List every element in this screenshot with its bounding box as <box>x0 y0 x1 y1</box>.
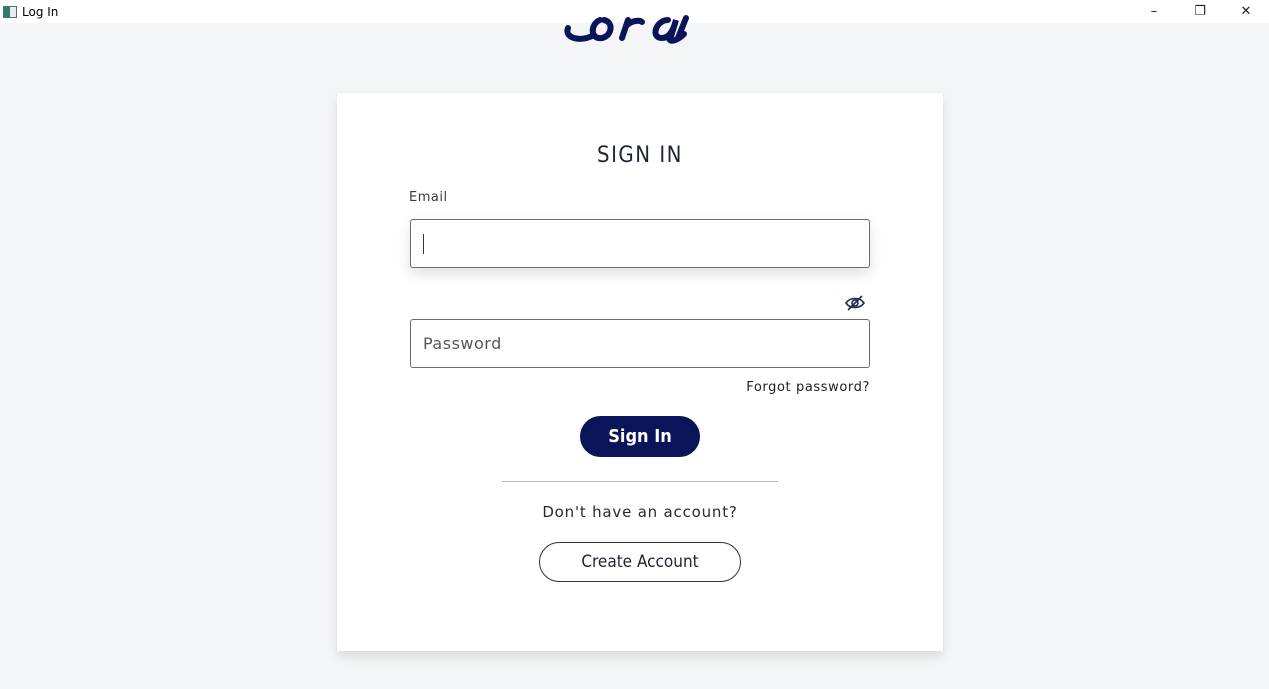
ford-logo <box>560 0 710 44</box>
forgot-password-link[interactable]: Forgot password? <box>746 380 870 395</box>
signin-heading: SIGN IN <box>597 143 683 168</box>
signin-card: SIGN IN Email Password Forgot password? … <box>337 93 943 651</box>
window-controls: – ❐ ✕ <box>1131 0 1269 23</box>
password-field[interactable]: Password <box>410 319 870 368</box>
no-account-text: Don't have an account? <box>542 503 738 521</box>
create-account-button[interactable]: Create Account <box>539 542 741 582</box>
close-button[interactable]: ✕ <box>1223 0 1269 23</box>
text-caret <box>423 233 424 254</box>
password-placeholder: Password <box>423 334 502 353</box>
window-title: Log In <box>22 4 59 19</box>
divider <box>502 481 778 482</box>
email-field[interactable] <box>410 219 870 268</box>
email-label: Email <box>409 190 448 205</box>
sign-in-button[interactable]: Sign In <box>580 416 700 457</box>
minimize-button[interactable]: – <box>1131 0 1177 23</box>
app-icon <box>3 5 17 18</box>
eye-slash-icon[interactable] <box>845 295 865 311</box>
restore-button[interactable]: ❐ <box>1177 0 1223 23</box>
